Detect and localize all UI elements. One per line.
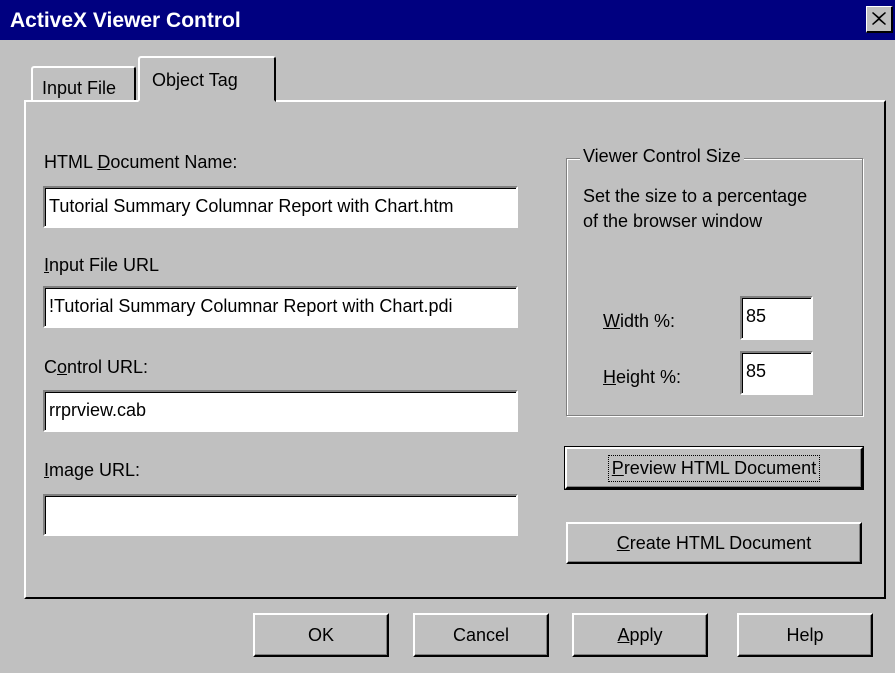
ok-button[interactable]: OK (253, 613, 389, 657)
close-icon (872, 12, 886, 25)
tab-input-file[interactable]: Input File (31, 66, 136, 102)
cancel-button[interactable]: Cancel (413, 613, 549, 657)
close-button[interactable] (866, 6, 893, 33)
help-button[interactable]: Help (737, 613, 873, 657)
window-title: ActiveX Viewer Control (10, 9, 241, 32)
tab-panel-object-tag (24, 100, 886, 599)
tab-object-tag[interactable]: Object Tag (138, 56, 276, 102)
apply-button[interactable]: Apply (572, 613, 708, 657)
title-bar: ActiveX Viewer Control (0, 0, 895, 40)
